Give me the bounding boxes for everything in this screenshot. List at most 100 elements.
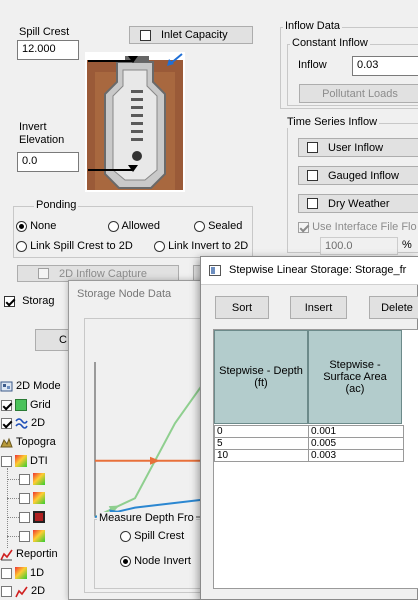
tree-item-grid[interactable]: Grid (1, 397, 51, 413)
chart-series-arrow-1 (150, 456, 160, 465)
stepwise-title: Stepwise Linear Storage: Storage_fr (229, 264, 407, 276)
sub-2-checkbox[interactable] (19, 492, 30, 504)
invert-marker-line (88, 169, 132, 171)
link-invert-radio[interactable] (154, 240, 165, 252)
spill-crest-option[interactable]: Spill Crest (120, 530, 184, 542)
interface-file-label: Use Interface File Flo (312, 221, 417, 233)
tree-item-sub-2[interactable] (7, 490, 48, 506)
gauged-inflow-checkbox[interactable] (307, 170, 318, 181)
node-invert-radio[interactable] (120, 555, 131, 567)
inlet-capacity-button[interactable]: Inlet Capacity (129, 26, 253, 44)
model-icon (0, 381, 13, 391)
raster-icon (33, 530, 45, 542)
dry-weather-button[interactable]: Dry Weather (298, 194, 418, 213)
storage-node-window: Storage Node Data Measure Depth Fro Spil… (68, 280, 218, 600)
tree-item-reporting[interactable]: Reportin (0, 546, 58, 562)
report-2d-checkbox[interactable] (1, 585, 12, 597)
gauged-inflow-button[interactable]: Gauged Inflow (298, 166, 418, 185)
spill-crest-label: Spill Crest (19, 26, 70, 38)
link-spill-crest-option[interactable]: Link Spill Crest to 2D (16, 240, 133, 252)
time-series-legend: Time Series Inflow (285, 116, 380, 128)
user-inflow-checkbox[interactable] (307, 142, 318, 153)
table-row: 0 0.001 (214, 425, 404, 438)
tree-item-2d-model[interactable]: 2D Mode (0, 378, 61, 394)
topography-icon (0, 437, 13, 447)
building-icon (33, 511, 45, 523)
storage-checkbox[interactable] (4, 295, 15, 307)
interface-file-checkbox[interactable] (298, 221, 309, 233)
tree-item-reporting-1d[interactable]: 1D (1, 565, 44, 581)
inflow-label: Inflow (298, 59, 327, 71)
2d-checkbox[interactable] (1, 417, 12, 429)
stepwise-table: 0 0.001 5 0.005 10 0.003 (214, 425, 404, 462)
partial-left-button[interactable]: C (35, 329, 70, 351)
sub-1-checkbox[interactable] (19, 473, 30, 485)
flow-icon (15, 417, 28, 429)
report-1d-checkbox[interactable] (1, 567, 12, 579)
insert-button[interactable]: Insert (290, 296, 347, 319)
spill-crest-radio[interactable] (120, 530, 131, 542)
stepwise-header-area[interactable]: Stepwise - Surface Area (ac) (308, 330, 402, 424)
invert-elevation-input[interactable]: 0.0 (17, 152, 79, 172)
dry-weather-label: Dry Weather (328, 197, 390, 210)
storage-label: Storag (22, 295, 55, 307)
table-row: 5 0.005 (214, 437, 404, 450)
sort-button[interactable]: Sort (215, 296, 269, 319)
inlet-capacity-checkbox[interactable] (140, 29, 151, 41)
dtm-icon (15, 455, 27, 467)
delete-button[interactable]: Delete (369, 296, 418, 319)
ponding-none-option[interactable]: None (16, 220, 56, 232)
spill-crest-marker-icon (128, 56, 138, 63)
raster-icon (15, 567, 27, 579)
storage-option[interactable]: Storag (4, 295, 54, 307)
inflow-input[interactable]: 0.03 (352, 56, 418, 76)
gauged-inflow-label: Gauged Inflow (328, 169, 399, 182)
user-inflow-label: User Inflow (328, 141, 384, 154)
dry-weather-checkbox[interactable] (307, 198, 318, 209)
tree-item-2d[interactable]: 2D (1, 415, 45, 431)
ponding-sealed-option[interactable]: Sealed (194, 220, 242, 232)
grid-icon (15, 399, 27, 411)
raster-icon (33, 473, 45, 485)
ponding-sealed-radio[interactable] (194, 220, 205, 232)
window-icon (209, 265, 221, 276)
measure-depth-legend: Measure Depth Fro (97, 512, 196, 524)
depth-cell[interactable]: 5 (214, 437, 309, 450)
area-cell[interactable]: 0.003 (308, 449, 404, 462)
node-invert-option[interactable]: Node Invert (120, 555, 191, 567)
ponding-legend: Ponding (34, 199, 79, 211)
stepwise-titlebar: Stepwise Linear Storage: Storage_fr (201, 257, 418, 285)
tree-item-sub-3[interactable] (7, 509, 48, 525)
user-inflow-button[interactable]: User Inflow (298, 138, 418, 157)
sub-4-checkbox[interactable] (19, 530, 30, 542)
reporting-icon (0, 549, 13, 560)
grid-checkbox[interactable] (1, 399, 12, 411)
layer-tree: 2D Mode Grid 2D Topogra DTI Reportin 1D … (0, 376, 70, 600)
area-cell[interactable]: 0.005 (308, 437, 404, 450)
ponding-allowed-option[interactable]: Allowed (108, 220, 160, 232)
tree-item-topography[interactable]: Topogra (0, 434, 56, 450)
stepwise-window: Stepwise Linear Storage: Storage_fr Sort… (200, 256, 418, 600)
inflow-capture-label: 2D Inflow Capture (59, 267, 148, 280)
ponding-allowed-radio[interactable] (108, 220, 119, 232)
ponding-none-radio[interactable] (16, 220, 27, 232)
area-cell[interactable]: 0.001 (308, 425, 404, 438)
interface-file-option[interactable]: Use Interface File Flo (298, 221, 417, 233)
depth-cell[interactable]: 10 (214, 449, 309, 462)
stepwise-header-depth[interactable]: Stepwise - Depth (ft) (214, 330, 308, 424)
spill-crest-input[interactable]: 12.000 (17, 40, 79, 60)
invert-elevation-label: Invert Elevation (19, 121, 65, 146)
dtm-checkbox[interactable] (1, 455, 12, 467)
depth-cell[interactable]: 0 (214, 425, 309, 438)
tree-item-sub-4[interactable] (7, 528, 48, 544)
invert-marker-icon (128, 165, 138, 172)
inflow-capture-checkbox[interactable] (38, 268, 49, 279)
interface-percent-input[interactable]: 100.0 (320, 237, 398, 255)
tree-item-sub-1[interactable] (7, 471, 48, 487)
sub-3-checkbox[interactable] (19, 511, 30, 523)
tree-item-dtm[interactable]: DTI (1, 453, 48, 469)
tree-item-reporting-2d[interactable]: 2D (1, 583, 45, 599)
link-spill-crest-radio[interactable] (16, 240, 27, 252)
link-invert-option[interactable]: Link Invert to 2D (154, 240, 248, 252)
pollutant-loads-button[interactable]: Pollutant Loads (299, 84, 418, 103)
